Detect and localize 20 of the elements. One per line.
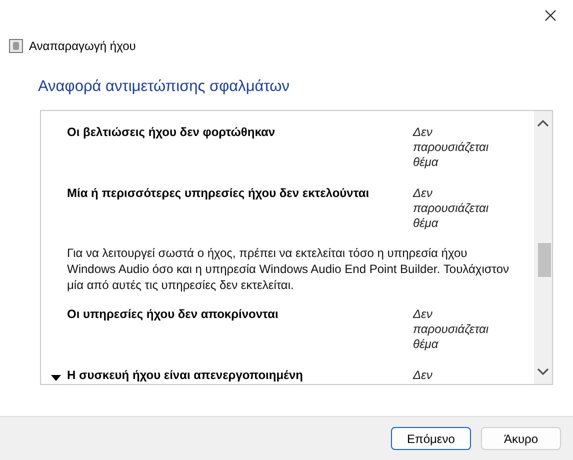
scrollbar-thumb[interactable] — [538, 243, 551, 277]
issue-description: Για να λειτουργεί σωστά ο ήχος, πρέπει να εκτελείται τόσο η υπηρεσία ήχου Windows Audio όσο και η υπηρεσία Windows Audio End Point Builder. Τουλάχιστον μία από αυτές τις υπηρεσίες δεν εκτελείται. — [67, 245, 510, 293]
issue-status: Δεν — [413, 368, 434, 383]
window-title: Αναπαραγωγή ήχου — [29, 39, 136, 53]
cancel-button[interactable]: Άκυρο — [481, 427, 561, 450]
expand-arrow-icon[interactable] — [51, 375, 61, 381]
issue-title[interactable]: Οι υπηρεσίες ήχου δεν αποκρίνονται — [67, 307, 413, 322]
issue-status: Δεν παρουσιάζεται θέμα — [413, 186, 490, 231]
page-heading: Αναφορά αντιμετώπισης σφαλμάτων — [38, 78, 291, 96]
issue-status: Δεν παρουσιάζεται θέμα — [413, 307, 490, 352]
issue-title[interactable]: Η συσκευή ήχου είναι απενεργοποιημένη — [67, 368, 413, 383]
issue-title[interactable]: Οι βελτιώσεις ήχου δεν φορτώθηκαν — [67, 125, 413, 140]
issue-title[interactable]: Μία ή περισσότερες υπηρεσίες ήχου δεν εκτελούνται — [67, 186, 413, 201]
close-icon — [544, 10, 556, 20]
speaker-icon — [9, 39, 23, 53]
issue-status: Δεν παρουσιάζεται θέμα — [413, 125, 490, 170]
scroll-down-icon[interactable] — [537, 368, 549, 376]
scrollbar[interactable] — [534, 111, 552, 384]
scroll-up-icon[interactable] — [537, 119, 549, 127]
next-button[interactable]: Επόμενο — [391, 427, 471, 450]
